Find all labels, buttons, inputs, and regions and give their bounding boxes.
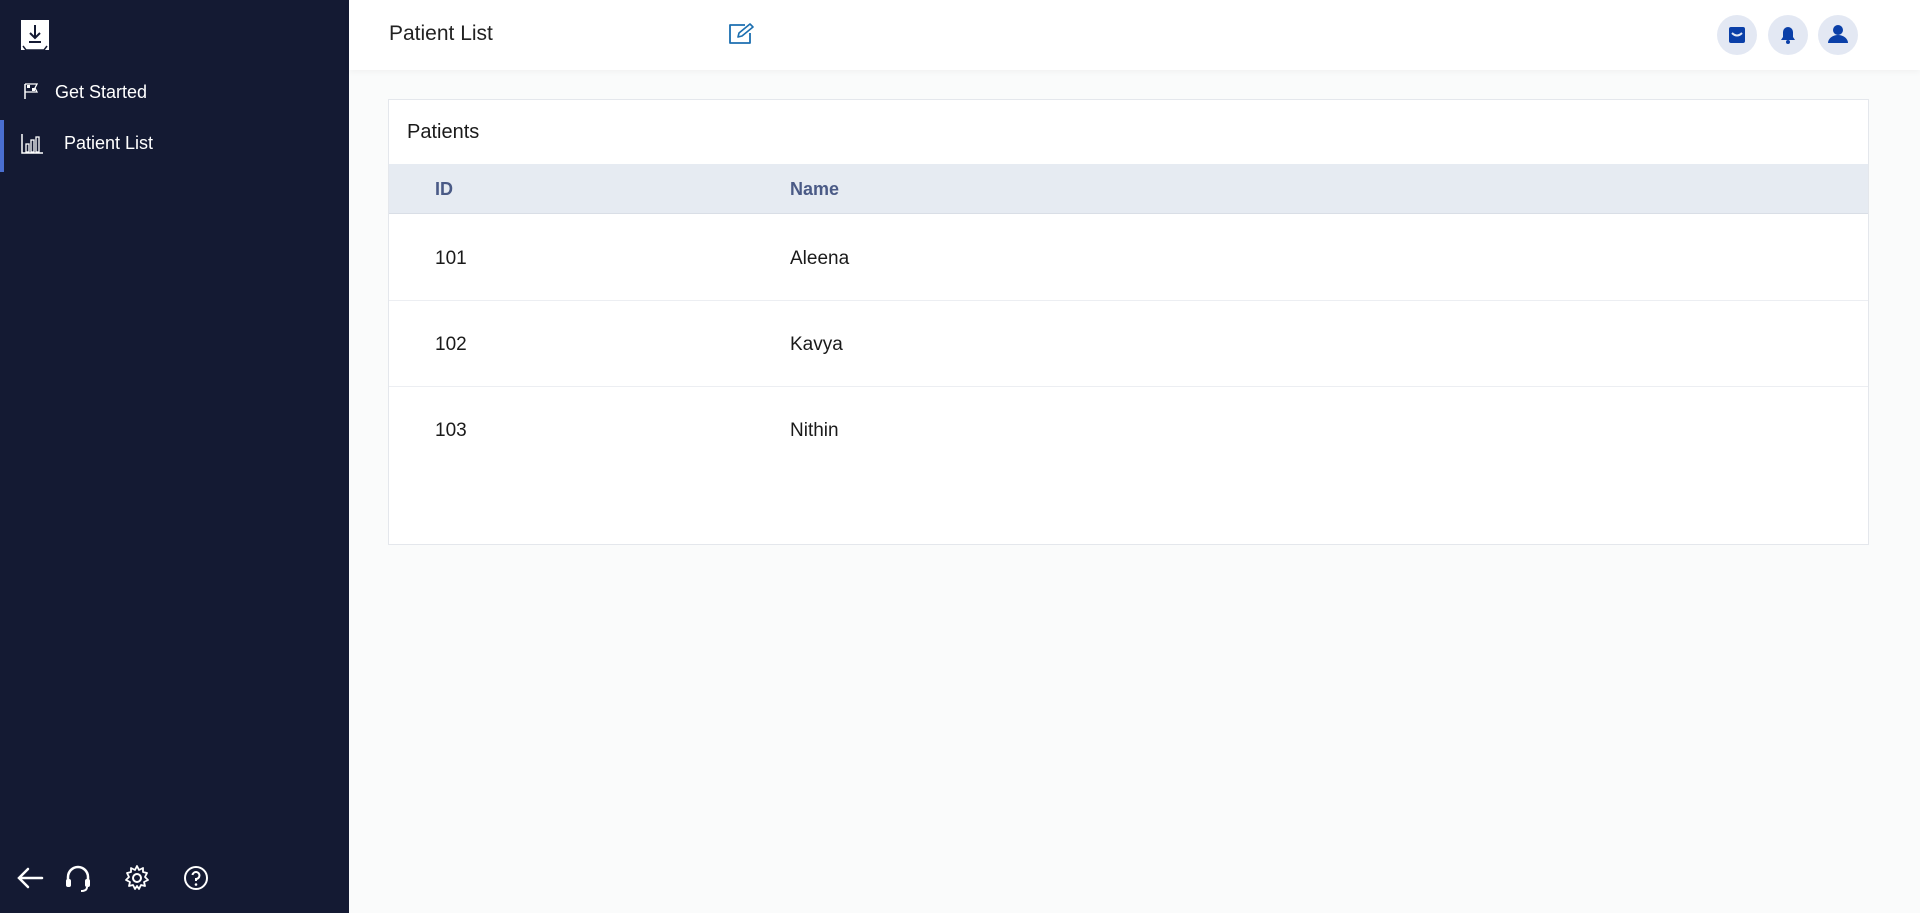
checkered-flag-icon — [22, 82, 40, 105]
table-row[interactable]: 101 Aleena — [389, 215, 1868, 301]
headset-icon[interactable] — [63, 863, 93, 893]
sidebar: Get Started Patient List — [0, 0, 349, 913]
header: Patient List — [349, 0, 1920, 70]
bell-icon — [1781, 27, 1795, 44]
sidebar-item-label: Get Started — [55, 81, 148, 102]
table-header: ID Name — [389, 164, 1868, 214]
cell-name: Kavya — [790, 334, 843, 355]
bar-chart-icon — [20, 133, 44, 160]
column-header-id[interactable]: ID — [435, 179, 453, 200]
cell-name: Aleena — [790, 248, 850, 269]
table-row[interactable]: 102 Kavya — [389, 301, 1868, 387]
page-title: Patient List — [389, 22, 493, 45]
sidebar-item-label: Patient List — [64, 132, 154, 153]
cell-name: Nithin — [790, 420, 839, 441]
sidebar-item-get-started[interactable]: Get Started — [0, 69, 349, 115]
cell-id: 103 — [435, 420, 467, 441]
gear-icon[interactable] — [122, 863, 152, 893]
notifications-button[interactable] — [1768, 15, 1808, 55]
active-indicator — [0, 120, 4, 172]
inbox-icon — [1729, 27, 1745, 43]
back-arrow-icon[interactable] — [15, 863, 45, 893]
user-button[interactable] — [1818, 15, 1858, 55]
edit-icon[interactable] — [727, 22, 755, 51]
card-title: Patients — [407, 121, 480, 143]
help-icon[interactable] — [181, 863, 211, 893]
patients-card: Patients ID Name 101 Aleena 102 Kavya 10… — [388, 99, 1869, 545]
cell-id: 102 — [435, 334, 467, 355]
user-icon — [1828, 25, 1848, 43]
column-header-name[interactable]: Name — [790, 179, 839, 200]
cell-id: 101 — [435, 248, 467, 269]
table-row[interactable]: 103 Nithin — [389, 387, 1868, 473]
download-box-icon — [21, 20, 49, 50]
sidebar-item-patient-list[interactable]: Patient List — [0, 120, 349, 172]
inbox-button[interactable] — [1717, 15, 1757, 55]
sidebar-footer — [0, 853, 349, 913]
app-logo[interactable] — [21, 20, 49, 50]
